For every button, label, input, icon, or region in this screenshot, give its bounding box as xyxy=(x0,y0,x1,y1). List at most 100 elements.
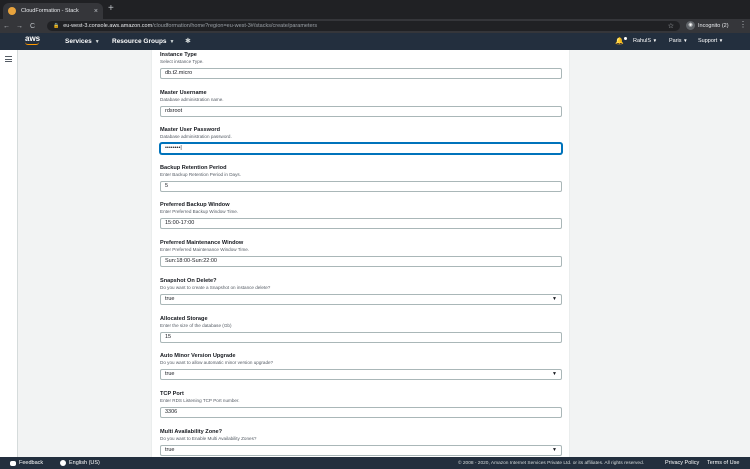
bookmark-star-icon[interactable]: ☆ xyxy=(668,22,674,30)
globe-icon xyxy=(60,460,66,466)
field-label: Preferred Maintenance Window xyxy=(160,240,244,246)
param-backup-window: Preferred Backup Window Enter Preferred … xyxy=(160,202,562,229)
browser-tab-strip: CloudFormation - Stack × + xyxy=(0,0,750,19)
incognito-label: Incognito (2) xyxy=(698,22,729,29)
allocated-storage-input[interactable]: 15 xyxy=(160,332,562,343)
language-selector[interactable]: English (US) xyxy=(60,460,100,466)
field-description: Enter the size of the database (Gb) xyxy=(160,323,232,328)
services-label: Services xyxy=(65,38,92,45)
field-description: Select instance Type. xyxy=(160,59,204,64)
field-description: Enter RDS Listening TCP Port number. xyxy=(160,398,240,403)
address-bar[interactable]: 🔒 eu-west-3.console.aws.amazon.com/cloud… xyxy=(47,21,680,31)
field-description: Do you want to allow automatic minor ver… xyxy=(160,360,274,365)
master-username-input[interactable]: rdsroot xyxy=(160,106,562,117)
select-value: true xyxy=(165,296,175,302)
account-name: RahulS xyxy=(633,38,652,44)
url-path: /cloudformation/home?region=eu-west-3#/s… xyxy=(152,23,318,29)
param-tcp-port: TCP Port Enter RDS Listening TCP Port nu… xyxy=(160,391,562,418)
reload-button[interactable]: C xyxy=(26,23,39,30)
field-label: TCP Port xyxy=(160,391,184,397)
field-description: Do you want to create a Snapshot on inst… xyxy=(160,285,271,290)
back-button[interactable]: ← xyxy=(0,23,13,30)
select-value: true xyxy=(165,447,175,453)
backup-window-input[interactable]: 15:00-17:00 xyxy=(160,218,562,229)
field-description: Database administration password. xyxy=(160,134,232,139)
url-host: eu-west-3.console.aws.amazon.com xyxy=(63,23,153,29)
forward-button[interactable]: → xyxy=(13,23,26,30)
notifications-bell-icon[interactable]: 🔔 xyxy=(615,37,627,45)
param-multi-az: Multi Availability Zone? Do you want to … xyxy=(160,429,562,456)
browser-menu-icon[interactable]: ⋮ xyxy=(739,20,747,29)
incognito-icon: ◉ xyxy=(686,21,695,30)
dropdown-arrow-icon: ▼ xyxy=(552,296,557,302)
account-menu[interactable]: RahulS ▼ xyxy=(633,38,657,44)
new-tab-button[interactable]: + xyxy=(108,4,114,14)
side-navigation-rail xyxy=(0,50,18,457)
url-text: eu-west-3.console.aws.amazon.com/cloudfo… xyxy=(63,23,317,29)
aws-top-nav: aws Services ▼ Resource Groups ▼ ✱ 🔔 Rahul… xyxy=(0,33,750,50)
chevron-down-icon: ▼ xyxy=(94,39,100,45)
field-label: Backup Retention Period xyxy=(160,165,227,171)
field-description: Enter Backup Retention Period in Days. xyxy=(160,172,241,177)
resource-groups-label: Resource Groups xyxy=(112,38,167,45)
hamburger-menu-icon[interactable] xyxy=(5,56,12,64)
param-maintenance-window: Preferred Maintenance Window Enter Prefe… xyxy=(160,240,562,267)
chevron-down-icon: ▼ xyxy=(718,38,724,43)
chevron-down-icon: ▼ xyxy=(652,38,658,43)
field-description: Enter Preferred Maintenance Window Time. xyxy=(160,247,250,252)
snapshot-on-delete-select[interactable]: true ▼ xyxy=(160,294,562,305)
terms-of-use-link[interactable]: Terms of Use xyxy=(707,460,739,466)
pin-icon[interactable]: ✱ xyxy=(185,37,191,45)
support-label: Support xyxy=(698,38,718,44)
region-name: Paris xyxy=(669,38,682,44)
language-label: English (US) xyxy=(69,460,100,466)
backup-retention-input[interactable]: 5 xyxy=(160,181,562,192)
field-label: Multi Availability Zone? xyxy=(160,429,223,435)
field-label: Master Username xyxy=(160,90,207,96)
notification-dot xyxy=(623,37,627,40)
tcp-port-input[interactable]: 3306 xyxy=(160,407,562,418)
console-footer: Feedback English (US) © 2008 - 2020, Ama… xyxy=(0,457,750,469)
param-allocated-storage: Allocated Storage Enter the size of the … xyxy=(160,316,562,343)
field-description: Database administration name. xyxy=(160,97,224,102)
maintenance-window-input[interactable]: Sun:18:00-Sun:22:00 xyxy=(160,256,562,267)
param-master-password: Master User Password Database administra… xyxy=(160,127,562,154)
field-description: Enter Preferred Backup Window Time. xyxy=(160,209,239,214)
param-backup-retention: Backup Retention Period Enter Backup Ret… xyxy=(160,165,562,192)
instance-type-input[interactable]: db.t2.micro xyxy=(160,68,562,79)
cloudformation-favicon-icon xyxy=(8,7,16,15)
field-label: Snapshot On Delete? xyxy=(160,278,217,284)
field-label: Instance Type xyxy=(160,52,197,58)
incognito-indicator[interactable]: ◉ Incognito (2) xyxy=(686,21,729,30)
field-label: Auto Minor Version Upgrade xyxy=(160,353,236,359)
tab-close-icon[interactable]: × xyxy=(94,8,98,15)
privacy-policy-link[interactable]: Privacy Policy xyxy=(665,460,699,466)
speech-bubble-icon xyxy=(10,460,16,466)
master-password-input[interactable]: ••••••••| xyxy=(160,143,562,154)
services-menu[interactable]: Services ▼ xyxy=(65,38,100,45)
multi-az-select[interactable]: true ▼ xyxy=(160,445,562,456)
lock-icon: 🔒 xyxy=(53,23,60,29)
param-instance-type: Instance Type Select instance Type. db.t… xyxy=(160,52,562,79)
field-label: Allocated Storage xyxy=(160,316,208,322)
support-menu[interactable]: Support ▼ xyxy=(698,38,723,44)
feedback-label: Feedback xyxy=(19,460,44,466)
field-label: Preferred Backup Window xyxy=(160,202,230,208)
param-master-username: Master Username Database administration … xyxy=(160,90,562,117)
browser-toolbar: ← → C 🔒 eu-west-3.console.aws.amazon.com… xyxy=(0,19,750,33)
select-value: true xyxy=(165,371,175,377)
param-auto-minor-upgrade: Auto Minor Version Upgrade Do you want t… xyxy=(160,353,562,380)
browser-tab[interactable]: CloudFormation - Stack × xyxy=(3,3,103,19)
feedback-link[interactable]: Feedback xyxy=(10,460,43,466)
region-menu[interactable]: Paris ▼ xyxy=(669,38,688,44)
aws-logo[interactable]: aws xyxy=(25,35,40,45)
auto-minor-upgrade-select[interactable]: true ▼ xyxy=(160,369,562,380)
chevron-down-icon: ▼ xyxy=(683,38,688,43)
dropdown-arrow-icon: ▼ xyxy=(552,447,557,453)
aws-logo-text: aws xyxy=(25,34,41,43)
copyright-text: © 2008 - 2020, Amazon Internet Services … xyxy=(458,460,645,466)
dropdown-arrow-icon: ▼ xyxy=(552,371,557,377)
field-label: Master User Password xyxy=(160,127,221,133)
field-description: Do you want to Enable Multi Availability… xyxy=(160,436,257,441)
resource-groups-menu[interactable]: Resource Groups ▼ xyxy=(112,38,175,45)
